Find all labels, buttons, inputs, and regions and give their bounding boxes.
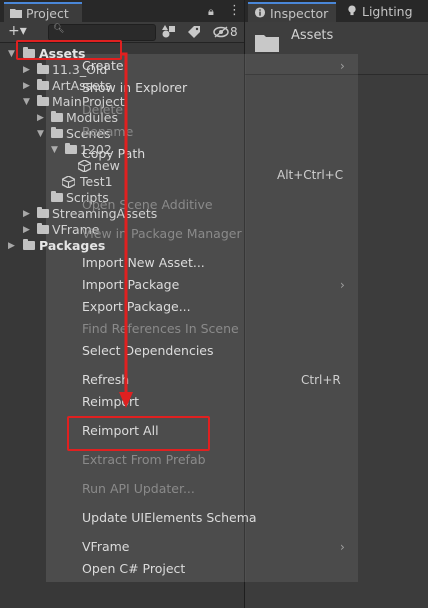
annotation-highlight-reimport-all: [67, 416, 210, 451]
annotation-arrow: [119, 52, 133, 408]
